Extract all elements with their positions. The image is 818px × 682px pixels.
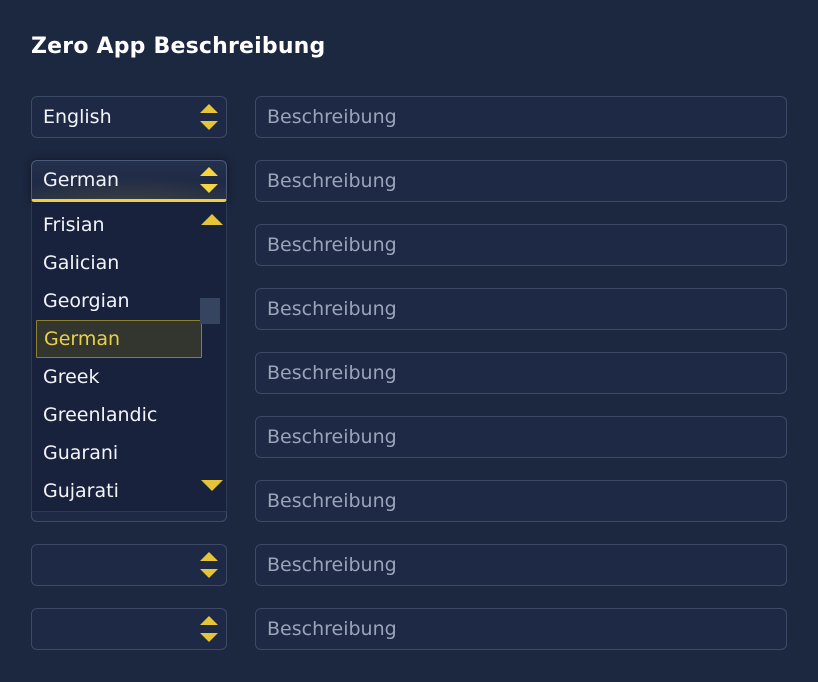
form-row: [0, 608, 818, 672]
select-spinner[interactable]: [192, 97, 226, 137]
language-select-label: German: [43, 169, 120, 191]
dropdown-options[interactable]: Frisian Galician Georgian German Greek Greenl…: [32, 202, 202, 511]
triangle-up-icon[interactable]: [201, 214, 223, 225]
form-row: English: [0, 96, 818, 160]
description-input-3[interactable]: [255, 288, 787, 330]
dropdown-option-selected[interactable]: German: [36, 320, 202, 358]
language-dropdown-list[interactable]: Frisian Galician Georgian German Greek Greenl…: [31, 202, 227, 512]
dropdown-option[interactable]: Greenlandic: [32, 396, 202, 434]
triangle-up-icon[interactable]: [200, 552, 218, 561]
select-spinner[interactable]: [192, 545, 226, 585]
description-input-5[interactable]: [255, 416, 787, 458]
language-select-1[interactable]: German: [31, 160, 227, 202]
triangle-down-icon[interactable]: [200, 569, 218, 578]
language-select-7[interactable]: [31, 544, 227, 586]
dropdown-option[interactable]: Gujarati: [32, 472, 202, 510]
description-input-8[interactable]: [255, 608, 787, 650]
triangle-down-icon[interactable]: [201, 480, 223, 491]
scrollbar-thumb[interactable]: [200, 298, 220, 324]
triangle-up-icon[interactable]: [200, 616, 218, 625]
description-input-4[interactable]: [255, 352, 787, 394]
select-spinner[interactable]: [192, 609, 226, 649]
language-select-label: English: [43, 106, 112, 128]
triangle-up-icon[interactable]: [200, 167, 218, 176]
triangle-down-icon[interactable]: [200, 121, 218, 130]
description-input-7[interactable]: [255, 544, 787, 586]
select-spinner[interactable]: [192, 161, 226, 199]
dropdown-option[interactable]: Guarani: [32, 434, 202, 472]
form-row: [0, 544, 818, 608]
description-input-2[interactable]: [255, 224, 787, 266]
language-select-8[interactable]: [31, 608, 227, 650]
page-title: Zero App Beschreibung: [31, 34, 326, 59]
description-input-1[interactable]: [255, 160, 787, 202]
triangle-down-icon[interactable]: [200, 184, 218, 193]
description-input-6[interactable]: [255, 480, 787, 522]
language-select-0[interactable]: English: [31, 96, 227, 138]
dropdown-scrollbar[interactable]: [198, 202, 226, 511]
triangle-up-icon[interactable]: [200, 104, 218, 113]
description-input-0[interactable]: [255, 96, 787, 138]
dropdown-option[interactable]: Galician: [32, 244, 202, 282]
dropdown-option[interactable]: Frisian: [32, 206, 202, 244]
dropdown-option[interactable]: Greek: [32, 358, 202, 396]
dropdown-option[interactable]: Georgian: [32, 282, 202, 320]
triangle-down-icon[interactable]: [200, 633, 218, 642]
